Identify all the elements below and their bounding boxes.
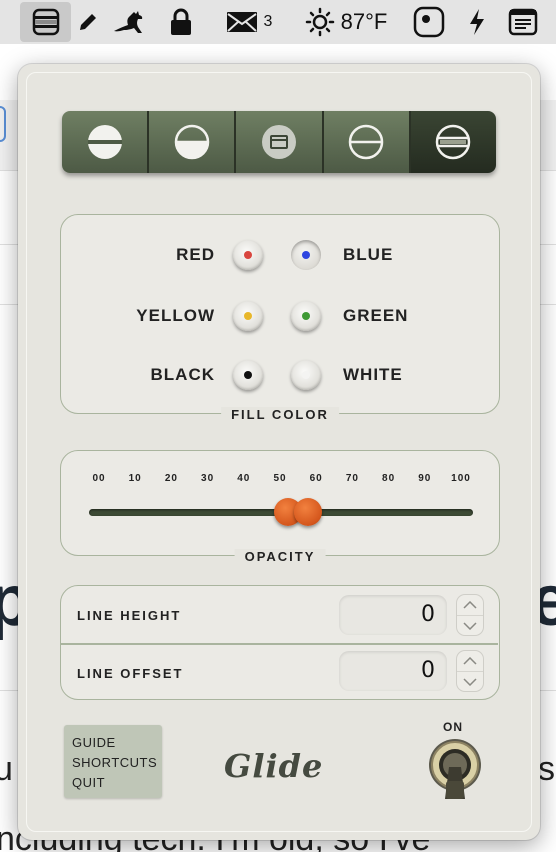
blue-dot [302, 251, 310, 259]
chevron-up-icon [463, 601, 477, 609]
opacity-tick-60: 60 [309, 473, 323, 484]
menu-bar: 3 87°F [0, 0, 556, 44]
green-dot [302, 312, 310, 320]
color-label-yellow: YELLOW [136, 306, 215, 325]
fill-color-panel: RED BLUE YELLOW GREEN BLACK WHITE FILL C… [60, 214, 500, 422]
segment-line-thin-center[interactable] [323, 111, 411, 173]
opacity-label: OPACITY [234, 549, 326, 564]
line-offset-field[interactable]: 0 [339, 651, 447, 691]
kangaroo-icon[interactable] [110, 0, 150, 44]
glide-menu-icon[interactable] [20, 2, 71, 42]
line-offset-decrement[interactable] [457, 671, 483, 691]
segment-window[interactable] [236, 111, 324, 173]
lock-icon[interactable] [166, 0, 196, 44]
temperature-label: 87°F [340, 9, 388, 34]
line-offset-stepper[interactable] [457, 651, 483, 691]
bolt-icon[interactable] [462, 0, 492, 44]
line-height-decrement[interactable] [457, 615, 483, 635]
opacity-tick-30: 30 [201, 473, 215, 484]
background-input-edge [0, 106, 6, 142]
segment-line-top-fill[interactable] [62, 111, 150, 173]
background-text-left: u [0, 750, 13, 788]
color-label-red: RED [176, 245, 215, 264]
pencil-icon[interactable] [74, 0, 102, 44]
opacity-tick-00: 00 [92, 473, 106, 484]
mail-count: 3 [263, 13, 273, 30]
sun-icon [305, 7, 334, 37]
window-icon [262, 125, 296, 159]
opacity-tick-80: 80 [382, 473, 396, 484]
segment-line-double[interactable] [410, 111, 496, 173]
menu-item-guide[interactable]: GUIDE [72, 733, 162, 753]
opacity-panel: 00 10 20 30 40 50 60 70 80 90 100 OPACITY [60, 450, 500, 564]
toggle-on-label: ON [443, 720, 463, 734]
notes-icon[interactable] [505, 0, 541, 44]
color-label-green: GREEN [343, 306, 409, 325]
line-height-field[interactable]: 0 [339, 595, 447, 635]
line-height-stepper[interactable] [457, 595, 483, 635]
color-label-blue: BLUE [343, 245, 394, 264]
opacity-thumb[interactable] [274, 498, 323, 526]
menu-item-shortcuts[interactable]: SHORTCUTS [72, 753, 162, 773]
power-toggle-switch[interactable] [427, 737, 483, 801]
toggle-switch-icon [429, 739, 481, 799]
line-double-icon [436, 124, 471, 160]
opacity-tick-70: 70 [345, 473, 359, 484]
color-button-blue[interactable] [291, 240, 321, 270]
app-menu: GUIDE SHORTCUTS QUIT [64, 725, 162, 798]
chevron-up-icon [463, 657, 477, 665]
weather-item[interactable]: 87°F [296, 0, 396, 44]
color-button-green[interactable] [291, 301, 321, 331]
opacity-tick-90: 90 [418, 473, 432, 484]
glide-logo: Glide [224, 747, 324, 785]
white-dot [302, 371, 310, 379]
color-button-red[interactable] [233, 240, 263, 270]
line-height-increment[interactable] [457, 595, 483, 615]
line-thin-center-icon [348, 124, 384, 160]
color-button-yellow[interactable] [233, 301, 263, 331]
glide-popover: RED BLUE YELLOW GREEN BLACK WHITE FILL C… [18, 64, 540, 840]
opacity-tick-100: 100 [451, 473, 471, 484]
line-center-fill-icon [174, 124, 210, 160]
mail-icon[interactable]: 3 [220, 0, 278, 44]
line-height-label: LINE HEIGHT [77, 608, 182, 623]
line-offset-increment[interactable] [457, 651, 483, 671]
line-top-fill-icon [87, 125, 122, 159]
chevron-down-icon [463, 621, 477, 630]
segment-line-center-fill[interactable] [149, 111, 237, 173]
yellow-dot [244, 312, 252, 320]
line-style-segmented [62, 111, 496, 173]
app-icon[interactable] [410, 0, 448, 44]
color-button-white[interactable] [291, 360, 321, 390]
chevron-down-icon [463, 677, 477, 686]
line-offset-label: LINE OFFSET [77, 666, 184, 681]
color-label-white: WHITE [343, 365, 403, 384]
opacity-tick-40: 40 [237, 473, 251, 484]
color-label-black: BLACK [150, 365, 215, 384]
background-text-right: s [538, 750, 555, 788]
opacity-tick-20: 20 [164, 473, 178, 484]
line-settings-panel: LINE HEIGHT 0 LINE OFFSET 0 [60, 585, 500, 700]
line-settings-divider [61, 643, 498, 645]
menu-item-quit[interactable]: QUIT [72, 773, 162, 793]
fill-color-label: FILL COLOR [221, 407, 339, 422]
opacity-tick-50: 50 [273, 473, 287, 484]
color-button-black[interactable] [233, 360, 263, 390]
black-dot [244, 371, 252, 379]
opacity-tick-10: 10 [128, 473, 142, 484]
red-dot [244, 251, 252, 259]
